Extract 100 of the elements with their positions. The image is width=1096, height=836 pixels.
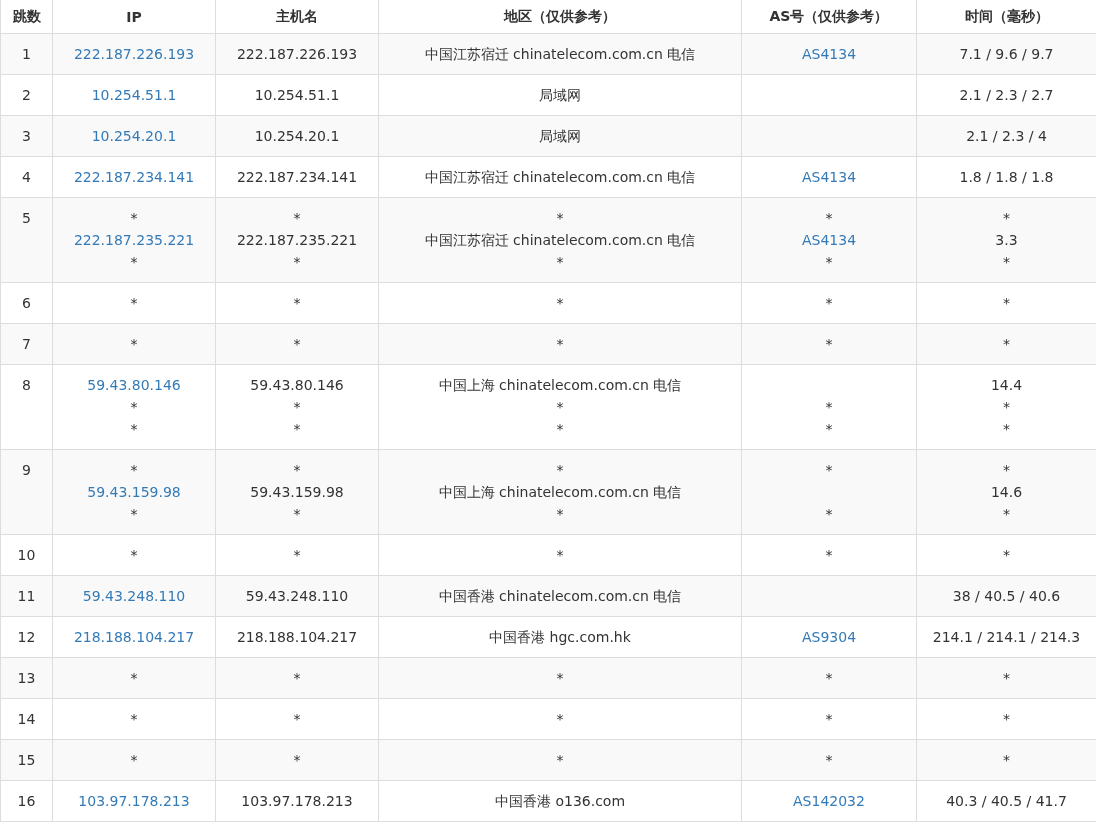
cell-text: * <box>556 254 564 270</box>
cell-text: * <box>1003 506 1010 522</box>
cell-text: 13 <box>17 670 36 686</box>
cell-text: 103.97.178.213 <box>241 793 353 809</box>
cell-text: * <box>556 462 564 478</box>
ip-link[interactable]: 10.254.20.1 <box>91 128 177 144</box>
cell-text: * <box>1003 399 1010 415</box>
column-header: 主机名 <box>215 0 379 34</box>
cell-text: 15 <box>17 752 36 768</box>
cell-text: 40.3 / 40.5 / 41.7 <box>946 793 1067 809</box>
ip-link[interactable]: 222.187.235.221 <box>73 232 195 248</box>
cell-text: * <box>825 336 833 352</box>
cell-text: 2 <box>22 87 31 103</box>
cell-text: 222.187.235.221 <box>236 232 358 248</box>
cell-text: 16 <box>17 793 36 809</box>
cell-text: 中国香港 chinatelecom.com.cn 电信 <box>438 588 682 604</box>
cell-text: * <box>1003 670 1010 686</box>
cell-text: * <box>825 421 833 437</box>
cell-text: 14 <box>17 711 36 727</box>
cell-text: * <box>130 462 138 478</box>
cell-text: 218.188.104.217 <box>236 629 358 645</box>
cell-text: 2.1 / 2.3 / 2.7 <box>959 87 1054 103</box>
as-link[interactable]: AS4134 <box>801 169 857 185</box>
cell-text: 局域网 <box>539 128 581 144</box>
cell-text: 59.43.248.110 <box>245 588 349 604</box>
cell-text: 7.1 / 9.6 / 9.7 <box>959 46 1054 62</box>
cell-text: 12 <box>17 629 36 645</box>
cell-text: * <box>293 547 301 563</box>
cell-text: 3.3 <box>995 232 1018 248</box>
cell-text: 7 <box>22 336 31 352</box>
cell-text: * <box>293 462 301 478</box>
cell-text: * <box>293 711 301 727</box>
cell-text: * <box>556 210 564 226</box>
cell-text: 中国江苏宿迁 chinatelecom.com.cn 电信 <box>424 169 696 185</box>
as-link[interactable]: AS4134 <box>801 46 857 62</box>
cell-text: * <box>293 670 301 686</box>
cell-text: * <box>1003 295 1010 311</box>
cell-text: 1.8 / 1.8 / 1.8 <box>959 169 1054 185</box>
cell-text: 11 <box>17 588 36 604</box>
cell-text: * <box>130 752 138 768</box>
cell-text: * <box>130 547 138 563</box>
cell-text: * <box>293 506 301 522</box>
column-header: 跳数 <box>0 0 53 34</box>
cell-text: * <box>556 711 564 727</box>
cell-text: * <box>293 254 301 270</box>
cell-text: * <box>130 295 138 311</box>
cell-text: * <box>130 210 138 226</box>
ip-link[interactable]: 59.43.159.98 <box>87 484 181 500</box>
cell-text: * <box>130 421 138 437</box>
cell-text: * <box>130 506 138 522</box>
cell-text: * <box>1003 210 1010 226</box>
cell-text: 14.6 <box>990 484 1023 500</box>
cell-text: 中国香港 hgc.com.hk <box>489 629 631 645</box>
cell-text: 14.4 <box>990 377 1023 393</box>
cell-text: * <box>1003 421 1010 437</box>
cell-text: 5 <box>22 210 31 226</box>
cell-text: 9 <box>22 462 31 478</box>
ip-link[interactable]: 59.43.80.146 <box>87 377 181 393</box>
cell-text: 214.1 / 214.1 / 214.3 <box>932 629 1081 645</box>
cell-text: 中国香港 o136.com <box>494 793 626 809</box>
cell-text: 局域网 <box>539 87 581 103</box>
column-header: IP <box>52 0 216 34</box>
ip-link[interactable]: 10.254.51.1 <box>91 87 177 103</box>
cell-text: 10.254.20.1 <box>254 128 340 144</box>
as-link[interactable]: AS142032 <box>793 793 865 809</box>
cell-text: 中国江苏宿迁 chinatelecom.com.cn 电信 <box>424 46 696 62</box>
cell-text: * <box>293 421 301 437</box>
cell-text: * <box>130 711 138 727</box>
cell-text: 8 <box>22 377 31 393</box>
cell-text: * <box>825 462 833 478</box>
column-header: 地区（仅供参考） <box>378 0 742 34</box>
cell-text: * <box>825 547 833 563</box>
cell-text: * <box>556 336 564 352</box>
cell-text: * <box>825 711 833 727</box>
column-header: AS号（仅供参考） <box>741 0 917 34</box>
cell-text: 6 <box>22 295 31 311</box>
cell-text: 4 <box>22 169 31 185</box>
cell-text: * <box>825 399 833 415</box>
cell-text: * <box>556 670 564 686</box>
cell-text: 59.43.80.146 <box>250 377 344 393</box>
cell-text: * <box>825 295 833 311</box>
cell-text: * <box>556 547 564 563</box>
cell-text: * <box>825 254 833 270</box>
cell-text: * <box>825 752 833 768</box>
as-link[interactable]: AS9304 <box>801 629 857 645</box>
cell-text: 中国上海 chinatelecom.com.cn 电信 <box>438 377 682 393</box>
cell-text: 222.187.226.193 <box>236 46 358 62</box>
cell-text: 中国上海 chinatelecom.com.cn 电信 <box>438 484 682 500</box>
cell-text: * <box>1003 254 1010 270</box>
cell-text: * <box>556 421 564 437</box>
cell-text: * <box>130 254 138 270</box>
cell-text: * <box>556 506 564 522</box>
cell-text: * <box>293 336 301 352</box>
cell-text: * <box>1003 752 1010 768</box>
as-link[interactable]: AS4134 <box>801 232 857 248</box>
cell-text: * <box>556 399 564 415</box>
cell-text: * <box>130 670 138 686</box>
cell-text: * <box>1003 547 1010 563</box>
cell-text: 59.43.159.98 <box>250 484 344 500</box>
cell-text: 222.187.234.141 <box>236 169 358 185</box>
